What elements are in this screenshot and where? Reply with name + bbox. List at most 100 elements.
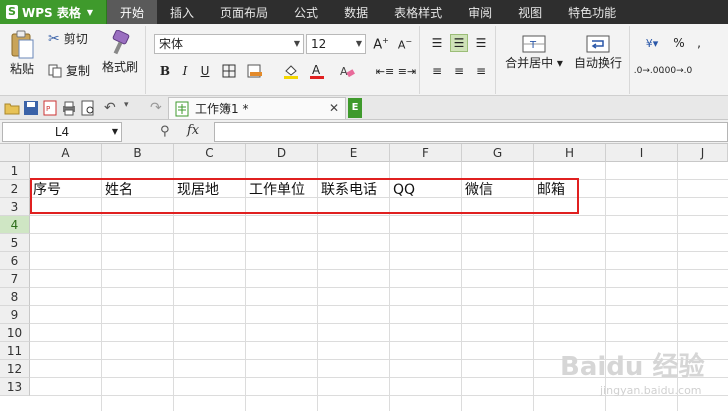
tab-special[interactable]: 特色功能: [555, 0, 629, 24]
row-header-2[interactable]: 2: [0, 180, 30, 198]
row-header-9[interactable]: 9: [0, 306, 30, 324]
copy-button[interactable]: 复制: [48, 62, 90, 79]
save-icon[interactable]: [23, 100, 39, 116]
clipboard-group: 粘贴 ✂ 剪切 复制 格式刷: [0, 26, 146, 94]
row-header-8[interactable]: 8: [0, 288, 30, 306]
column-header-h[interactable]: H: [534, 144, 606, 162]
tab-view[interactable]: 视图: [505, 0, 555, 24]
column-header-b[interactable]: B: [102, 144, 174, 162]
grid-hline: [30, 251, 728, 252]
row-header-13[interactable]: 13: [0, 378, 30, 396]
increase-indent-button[interactable]: ≡⇥: [398, 62, 416, 80]
font-size-select[interactable]: 12 ▼: [306, 34, 366, 54]
decrease-decimal-button[interactable]: .00→.0: [662, 62, 692, 80]
borders-button[interactable]: [220, 62, 238, 80]
cell-e2[interactable]: 联系电话: [321, 181, 391, 199]
new-tab-button[interactable]: E: [348, 98, 362, 118]
column-header-a[interactable]: A: [30, 144, 102, 162]
redo-icon[interactable]: ↷: [150, 100, 166, 116]
align-bottom-button[interactable]: ☰: [472, 34, 490, 52]
column-header-j[interactable]: J: [678, 144, 728, 162]
decrease-font-button[interactable]: A−: [396, 35, 414, 53]
tab-data[interactable]: 数据: [331, 0, 381, 24]
cell-style-button[interactable]: [246, 62, 264, 80]
align-right-button[interactable]: ≡: [472, 62, 490, 80]
cell-d2[interactable]: 工作单位: [249, 181, 319, 199]
print-icon[interactable]: [61, 100, 77, 116]
select-all-corner[interactable]: [0, 144, 30, 162]
close-icon[interactable]: ✕: [329, 101, 339, 115]
align-top-button[interactable]: ☰: [428, 34, 446, 52]
percent-button[interactable]: %: [670, 34, 688, 52]
align-center-button[interactable]: ≡: [450, 62, 468, 80]
open-folder-icon[interactable]: [4, 100, 20, 116]
ribbon: 粘贴 ✂ 剪切 复制 格式刷 宋体 ▼ 12 ▼ A+ A− B I U A A…: [0, 24, 728, 96]
column-header-d[interactable]: D: [246, 144, 318, 162]
align-left-icon: ≡: [431, 64, 443, 78]
undo-icon[interactable]: ↶: [104, 100, 120, 116]
align-top-icon: ☰: [431, 36, 443, 50]
format-painter-icon: [112, 30, 130, 55]
formula-input[interactable]: [214, 122, 728, 142]
cut-button[interactable]: ✂ 剪切: [48, 30, 88, 47]
row-header-6[interactable]: 6: [0, 252, 30, 270]
comma-button[interactable]: ,: [690, 34, 708, 52]
cell-h2[interactable]: 邮箱: [537, 181, 607, 199]
column-header-i[interactable]: I: [606, 144, 678, 162]
currency-button[interactable]: ¥▾: [638, 34, 666, 52]
row-header-1[interactable]: 1: [0, 162, 30, 180]
print-preview-icon[interactable]: [80, 100, 96, 116]
name-box[interactable]: L4 ▼: [2, 122, 122, 142]
app-menu-button[interactable]: S WPS 表格 ▼: [0, 0, 107, 24]
document-tab[interactable]: 工作簿1 * ✕: [168, 97, 346, 119]
row-header-7[interactable]: 7: [0, 270, 30, 288]
tab-review[interactable]: 审阅: [455, 0, 505, 24]
copy-icon: [48, 64, 62, 77]
clear-format-button[interactable]: A: [338, 62, 356, 80]
increase-font-button[interactable]: A+: [372, 35, 390, 53]
cell-f2[interactable]: QQ: [393, 181, 463, 199]
font-color-button[interactable]: A: [308, 62, 326, 80]
fill-color-button[interactable]: [282, 62, 300, 80]
font-group: 宋体 ▼ 12 ▼ A+ A− B I U A A ⇤≡ ≡⇥: [148, 26, 420, 94]
row-header-3[interactable]: 3: [0, 198, 30, 216]
bold-button[interactable]: B: [156, 62, 174, 80]
increase-decimal-button[interactable]: .0→.00: [634, 62, 664, 80]
tab-page-layout[interactable]: 页面布局: [207, 0, 281, 24]
tab-insert[interactable]: 插入: [157, 0, 207, 24]
format-painter-label: 格式刷: [101, 60, 138, 74]
tab-formulas[interactable]: 公式: [281, 0, 331, 24]
chevron-down-icon: ▼: [86, 7, 94, 17]
decrease-indent-button[interactable]: ⇤≡: [376, 62, 394, 80]
align-left-button[interactable]: ≡: [428, 62, 446, 80]
column-header-f[interactable]: F: [390, 144, 462, 162]
column-header-e[interactable]: E: [318, 144, 390, 162]
chevron-down-icon[interactable]: ▾: [124, 100, 140, 116]
italic-button[interactable]: I: [176, 62, 194, 80]
underline-button[interactable]: U: [196, 62, 214, 80]
row-header-11[interactable]: 11: [0, 342, 30, 360]
wrap-text-button[interactable]: 自动换行: [570, 34, 626, 71]
row-header-5[interactable]: 5: [0, 234, 30, 252]
paste-button[interactable]: 粘贴: [4, 30, 40, 77]
row-header-10[interactable]: 10: [0, 324, 30, 342]
insert-function-button[interactable]: fx: [187, 123, 199, 138]
row-header-4[interactable]: 4: [0, 216, 30, 234]
merge-center-button[interactable]: T 合并居中 ▾: [502, 34, 566, 71]
cell-g2[interactable]: 微信: [465, 181, 535, 199]
tab-table-style[interactable]: 表格样式: [381, 0, 455, 24]
format-painter-button[interactable]: 格式刷: [100, 30, 140, 75]
wrap-text-icon: [586, 35, 610, 53]
font-name-select[interactable]: 宋体 ▼: [154, 34, 304, 54]
column-header-c[interactable]: C: [174, 144, 246, 162]
cell-c2[interactable]: 现居地: [177, 181, 247, 199]
cell-b2[interactable]: 姓名: [105, 181, 175, 199]
row-header-12[interactable]: 12: [0, 360, 30, 378]
tab-home[interactable]: 开始: [107, 0, 158, 24]
column-header-g[interactable]: G: [462, 144, 534, 162]
align-middle-button[interactable]: ☰: [450, 34, 468, 52]
zoom-icon[interactable]: ⚲: [160, 124, 170, 139]
cell-a2[interactable]: 序号: [33, 181, 103, 199]
export-pdf-icon[interactable]: P: [42, 100, 58, 116]
merge-center-label: 合并居中 ▾: [505, 56, 563, 70]
